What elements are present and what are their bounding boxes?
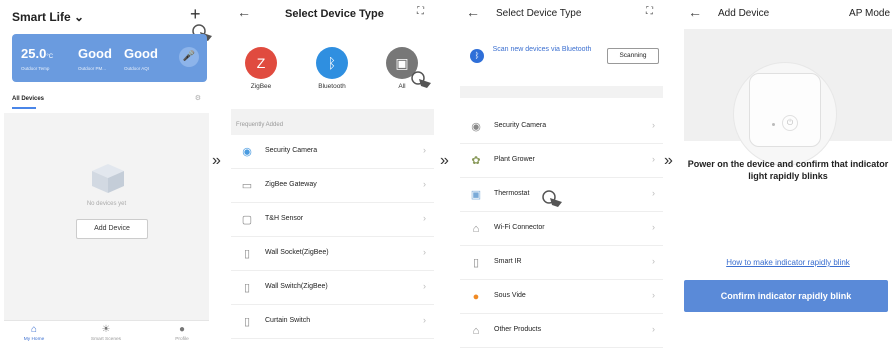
separator-arrow: » xyxy=(440,152,449,169)
temp-value: 25.0°C xyxy=(21,46,54,61)
scanning-button[interactable]: Scanning xyxy=(607,48,659,64)
tab-all-devices[interactable]: All Devices xyxy=(12,96,44,102)
nav-my-home[interactable]: ⌂ My Home xyxy=(4,323,64,342)
chevron-right-icon: › xyxy=(652,154,655,164)
chevron-right-icon: › xyxy=(423,281,426,291)
list-item[interactable]: ▯ Curtain Switch › xyxy=(231,305,434,339)
back-arrow-icon[interactable]: ← xyxy=(237,4,251,20)
list-item[interactable]: ▯ Wall Socket(ZigBee) › xyxy=(231,237,434,271)
sensor-icon: ▢ xyxy=(241,214,253,226)
illustration-area: ⏻ xyxy=(684,29,892,166)
mic-icon[interactable]: 🎤 xyxy=(179,47,199,67)
socket-icon: ▯ xyxy=(243,248,251,260)
add-device-screen: ← Add Device AP Mode ⏻ Power on the devi… xyxy=(684,0,892,349)
indicator-dot xyxy=(772,123,775,126)
help-link[interactable]: How to make indicator rapidly blink xyxy=(684,258,892,267)
power-icon: ⏻ xyxy=(782,115,798,131)
camera-icon: ◉ xyxy=(471,121,481,133)
chevron-right-icon: › xyxy=(652,324,655,334)
home-title[interactable]: Smart Life ⌄ xyxy=(12,10,84,24)
page-title: Select Device Type xyxy=(496,8,582,19)
select-type-screen: ← Select Device Type ⛶ Z ZigBee ᛒ Blueto… xyxy=(231,0,434,349)
aqi-value: Good xyxy=(124,46,158,61)
back-arrow-icon[interactable]: ← xyxy=(688,4,702,20)
home-screen: Smart Life ⌄ + 25.0°C Outdoor Temp Good … xyxy=(4,0,212,349)
chevron-right-icon: › xyxy=(652,290,655,300)
page-title: Add Device xyxy=(718,8,770,19)
pm-value: Good xyxy=(78,46,112,61)
device-illustration: ⏻ xyxy=(749,73,821,147)
chevron-right-icon: › xyxy=(652,120,655,130)
settings-icon[interactable]: ⚙ xyxy=(195,94,201,102)
pm-label: Outdoor PM... xyxy=(78,66,107,71)
chevron-right-icon: › xyxy=(423,213,426,223)
scan-icon[interactable]: ⛶ xyxy=(417,6,424,17)
zigbee-icon[interactable]: Z xyxy=(245,47,277,79)
sun-icon: ☀ xyxy=(101,324,111,335)
divider-strip xyxy=(460,86,663,98)
pointer-hand-icon xyxy=(411,71,431,88)
bottom-nav: ⌂ My Home ☀ Smart Scenes ● Profile xyxy=(4,320,209,349)
chevron-right-icon: › xyxy=(652,188,655,198)
select-type-screen-scan: ← Select Device Type ⛶ ᛒ Scan new device… xyxy=(460,0,663,349)
weather-card: 25.0°C Outdoor Temp Good Outdoor PM... G… xyxy=(12,34,207,82)
connector-icon: ⌂ xyxy=(472,223,480,235)
tab-underline xyxy=(12,107,36,109)
camera-icon: ◉ xyxy=(242,146,252,158)
list-item[interactable]: ⌂ Wi-Fi Connector › xyxy=(460,212,663,246)
device-area xyxy=(4,113,209,320)
pointer-hand-icon xyxy=(542,190,562,207)
list-item[interactable]: ◉ Security Camera › xyxy=(231,135,434,169)
separator-arrow: » xyxy=(212,152,221,169)
chevron-down-icon: ⌄ xyxy=(74,10,85,24)
list-item[interactable]: ◉ Security Camera › xyxy=(460,110,663,144)
type-bluetooth-label: Bluetooth xyxy=(318,83,346,90)
gateway-icon: ▭ xyxy=(241,180,253,192)
list-item[interactable]: ▯ Wall Switch(ZigBee) › xyxy=(231,271,434,305)
chevron-right-icon: › xyxy=(423,145,426,155)
chevron-right-icon: › xyxy=(652,222,655,232)
temp-label: Outdoor Temp xyxy=(21,66,50,71)
home-icon: ⌂ xyxy=(30,324,38,335)
chevron-right-icon: › xyxy=(423,247,426,257)
instruction-text: Power on the device and confirm that ind… xyxy=(687,159,889,181)
chevron-right-icon: › xyxy=(652,256,655,266)
list-item[interactable]: ▭ ZigBee Gateway › xyxy=(231,169,434,203)
nav-smart-scenes[interactable]: ☀ Smart Scenes xyxy=(76,323,136,342)
plant-icon: ✿ xyxy=(471,155,481,167)
scan-bluetooth-text: Scan new devices via Bluetooth xyxy=(492,46,592,53)
chevron-right-icon: › xyxy=(423,315,426,325)
ap-mode-link[interactable]: AP Mode xyxy=(849,8,890,19)
remote-icon: ▯ xyxy=(472,257,480,269)
confirm-button[interactable]: Confirm indicator rapidly blink xyxy=(684,280,888,312)
bluetooth-icon[interactable]: ᛒ xyxy=(316,47,348,79)
bluetooth-icon: ᛒ xyxy=(470,49,484,63)
empty-box-icon xyxy=(92,164,124,193)
curtain-switch-icon: ▯ xyxy=(243,316,251,328)
list-item[interactable]: ⌂ Other Products › xyxy=(460,314,663,348)
sous-vide-icon: ● xyxy=(472,291,480,303)
list-item[interactable]: ✿ Plant Grower › xyxy=(460,144,663,178)
type-zigbee-label: ZigBee xyxy=(250,83,272,90)
chevron-right-icon: › xyxy=(423,179,426,189)
scan-icon[interactable]: ⛶ xyxy=(646,6,653,17)
add-icon[interactable]: + xyxy=(190,4,201,25)
aqi-label: Outdoor AQI xyxy=(124,66,150,71)
nav-profile[interactable]: ● Profile xyxy=(152,323,212,342)
thermostat-icon: ▣ xyxy=(470,189,482,201)
profile-icon: ● xyxy=(178,324,186,335)
list-item[interactable]: ● Sous Vide › xyxy=(460,280,663,314)
list-item[interactable]: ▢ T&H Sensor › xyxy=(231,203,434,237)
separator-arrow: » xyxy=(664,152,673,169)
section-header: Frequently Added xyxy=(231,109,434,135)
add-device-button[interactable]: Add Device xyxy=(76,219,148,239)
other-products-icon: ⌂ xyxy=(472,325,480,337)
empty-state-text: No devices yet xyxy=(86,201,127,207)
back-arrow-icon[interactable]: ← xyxy=(466,4,480,20)
list-item[interactable]: ▯ Smart IR › xyxy=(460,246,663,280)
page-title: Select Device Type xyxy=(285,8,384,20)
switch-icon: ▯ xyxy=(243,282,251,294)
